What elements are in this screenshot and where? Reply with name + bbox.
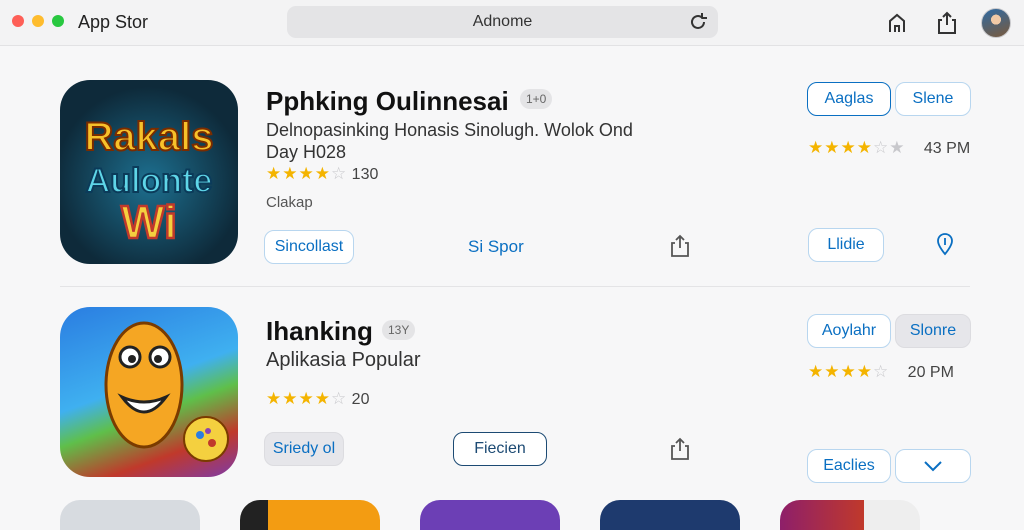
get-button[interactable]: Aaglas: [807, 82, 891, 116]
home-icon[interactable]: [884, 10, 910, 36]
rating-stars: ★★★★☆: [266, 164, 348, 183]
primary-link-button[interactable]: Sincollast: [264, 230, 354, 264]
avatar[interactable]: [981, 8, 1011, 38]
open-button[interactable]: Slene: [895, 82, 971, 116]
app-icon-art: [104, 321, 229, 462]
close-window-button[interactable]: [12, 15, 24, 27]
side-rating-stars: ★★★★☆★: [808, 138, 906, 157]
share-icon[interactable]: [667, 436, 693, 462]
search-value: Adnome: [472, 13, 533, 30]
divider: [60, 286, 970, 287]
side-rating: ★★★★☆★ 43 PM: [808, 138, 970, 158]
secondary-button[interactable]: Fiecien: [453, 432, 547, 466]
app-description: Delnopasinking Honasis Sinolugh. Wolok O…: [266, 120, 633, 162]
get-button[interactable]: Aoylahr: [807, 314, 891, 348]
rating: ★★★★☆ 20: [266, 389, 369, 409]
app-icon-word-1: Rakals: [85, 115, 214, 159]
age-badge: 13Y: [382, 320, 416, 340]
app-name: Pphking Oulinnesai: [266, 86, 509, 116]
reload-icon[interactable]: [686, 10, 710, 34]
next-row-thumbnails: [0, 500, 1024, 530]
action-button[interactable]: Llidie: [808, 228, 884, 262]
app-icon-word-3: Wi: [121, 196, 177, 248]
rating: ★★★★☆ 130: [266, 164, 378, 184]
zoom-window-button[interactable]: [52, 15, 64, 27]
app-thumbnail[interactable]: [780, 500, 920, 530]
app-thumbnail[interactable]: [420, 500, 560, 530]
action-button[interactable]: Eaclies: [807, 449, 891, 483]
app-thumbnail[interactable]: [240, 500, 380, 530]
side-meta: 20 PM: [907, 364, 954, 381]
dropdown-button[interactable]: [895, 449, 971, 483]
chevron-down-icon: [924, 461, 942, 472]
primary-link-button[interactable]: Sriedy ol: [264, 432, 344, 466]
side-meta: 43 PM: [923, 140, 971, 157]
app-icon[interactable]: [60, 307, 238, 477]
side-rating-stars: ★★★★☆: [808, 362, 890, 381]
minimize-window-button[interactable]: [32, 15, 44, 27]
location-icon[interactable]: [932, 231, 958, 257]
rating-count: 20: [351, 391, 370, 408]
search-bar[interactable]: Adnome: [287, 6, 718, 38]
app-icon[interactable]: Rakals Aulonte Wi: [60, 80, 238, 264]
app-icon-art: Rakals Aulonte Wi: [84, 114, 215, 249]
age-badge: 1+0: [520, 89, 553, 109]
app-description: Aplikasia Popular: [266, 349, 421, 371]
app-thumbnail[interactable]: [60, 500, 200, 530]
share-icon[interactable]: [667, 233, 693, 259]
app-title: App Stor: [78, 12, 149, 32]
rating-stars: ★★★★☆: [266, 389, 348, 408]
secondary-link[interactable]: Si Spor: [468, 237, 524, 257]
app-thumbnail[interactable]: [600, 500, 740, 530]
side-rating: ★★★★☆ 20 PM: [808, 362, 954, 382]
app-name: Ihanking: [266, 316, 373, 346]
share-icon[interactable]: [934, 10, 960, 36]
app-icon-word-2: Aulonte: [86, 162, 213, 200]
rating-count: 130: [351, 166, 379, 183]
app-caption: Clakap: [266, 194, 313, 211]
open-button[interactable]: Slonre: [895, 314, 971, 348]
title-bar: App Stor Adnome: [0, 0, 1024, 46]
